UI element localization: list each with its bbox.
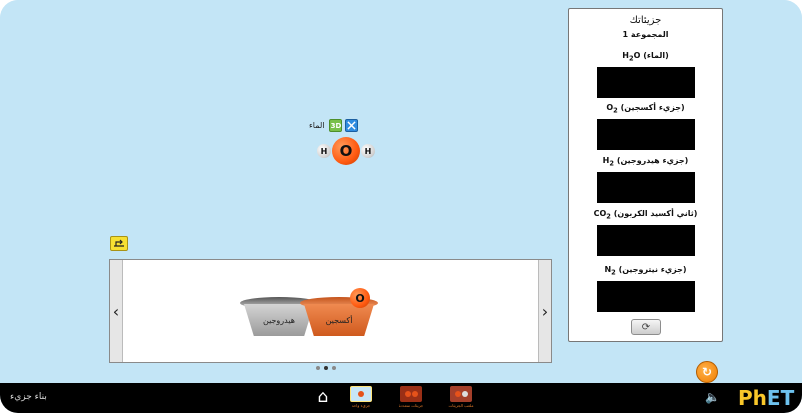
bucket-label: أكسجين	[304, 304, 374, 336]
sound-icon[interactable]: 🔈	[705, 390, 720, 404]
sim-title: بناء جزيء	[10, 392, 47, 402]
view-3d-button[interactable]: 3D	[329, 119, 343, 132]
hydrogen-atom[interactable]: H	[361, 144, 375, 158]
screen-thumbnail	[400, 386, 422, 402]
goal-h2o: H2O (الماء)	[569, 51, 722, 98]
goal-co2: CO2 (ثاني أكسيد الكربون)	[569, 209, 722, 256]
oxygen-atom[interactable]: O	[332, 137, 360, 165]
navigation-bar: بناء جزيء ⌂ جزيء واحد جزيئات متعددة ملعب…	[0, 383, 802, 413]
regenerate-button[interactable]: ⟳	[631, 319, 661, 335]
collection-panel: جزيئاتك المجموعة 1 H2O (الماء) O2 (جزيء …	[568, 8, 723, 342]
chevron-left-icon: ‹	[112, 301, 120, 321]
goal-n2: N2 (جزيء نيتروجين)	[569, 265, 722, 312]
home-icon: ⌂	[317, 387, 329, 407]
reset-kit-icon	[114, 239, 124, 247]
reset-kit-button[interactable]	[110, 236, 128, 251]
molecule-name: الماء	[309, 121, 325, 130]
screen-label: جزيئات متعددة	[398, 403, 424, 408]
goal-label: H2O (الماء)	[622, 51, 669, 63]
phet-logo[interactable]: PhET	[738, 386, 794, 410]
goal-label: O2 (جزيء أكسجين)	[606, 103, 685, 115]
reset-icon: ↻	[701, 365, 713, 379]
goal-label: H2 (جزيء هيدروجين)	[602, 156, 689, 168]
kit-previous-button[interactable]: ‹	[110, 260, 123, 362]
page-dot[interactable]	[316, 366, 320, 370]
goal-label: CO2 (ثاني أكسيد الكربون)	[593, 209, 698, 221]
collection-box[interactable]	[596, 224, 695, 256]
page-dot[interactable]	[332, 366, 336, 370]
kit-panel: ‹ هيدروجين أكسجين O ›	[109, 259, 552, 363]
refresh-icon: ⟳	[641, 321, 651, 333]
tab-multiple-molecules[interactable]: جزيئات متعددة	[396, 386, 426, 410]
goal-label: N2 (جزيء نيتروجين)	[604, 265, 687, 277]
screen-label: ملعب الجزيئات	[448, 403, 474, 408]
collection-box[interactable]	[596, 118, 695, 150]
page-dot[interactable]	[324, 366, 328, 370]
oxygen-atom[interactable]: O	[350, 288, 370, 308]
collection-title: جزيئاتك	[629, 15, 662, 26]
water-molecule[interactable]: H O H	[315, 135, 377, 167]
tab-single-molecule[interactable]: جزيء واحد	[346, 386, 376, 410]
tab-playground[interactable]: ملعب الجزيئات	[446, 386, 476, 410]
kit-page-indicator	[316, 366, 336, 370]
screen-thumbnail	[350, 386, 372, 402]
kit-next-button[interactable]: ›	[538, 260, 551, 362]
goal-o2: O2 (جزيء أكسجين)	[569, 103, 722, 150]
screen-thumbnail	[450, 386, 472, 402]
collection-box[interactable]	[596, 280, 695, 312]
molecule-controls: الماء 3D	[309, 119, 359, 132]
play-area[interactable]: الماء 3D H O H ‹ هيدروجين أكسجين O › جزي…	[0, 0, 802, 383]
collection-box[interactable]	[596, 66, 695, 98]
reset-all-button[interactable]: ↻	[696, 361, 718, 383]
break-apart-button[interactable]	[345, 119, 359, 132]
collection-box[interactable]	[596, 171, 695, 203]
screen-label: جزيء واحد	[351, 403, 371, 408]
home-button[interactable]: ⌂	[312, 387, 334, 407]
hydrogen-atom[interactable]: H	[317, 144, 331, 158]
sim-frame: الماء 3D H O H ‹ هيدروجين أكسجين O › جزي…	[0, 0, 802, 413]
scissors-icon	[347, 121, 357, 130]
chevron-right-icon: ›	[541, 301, 549, 321]
goal-h2: H2 (جزيء هيدروجين)	[569, 156, 722, 203]
collection-group: المجموعة 1	[622, 30, 669, 39]
